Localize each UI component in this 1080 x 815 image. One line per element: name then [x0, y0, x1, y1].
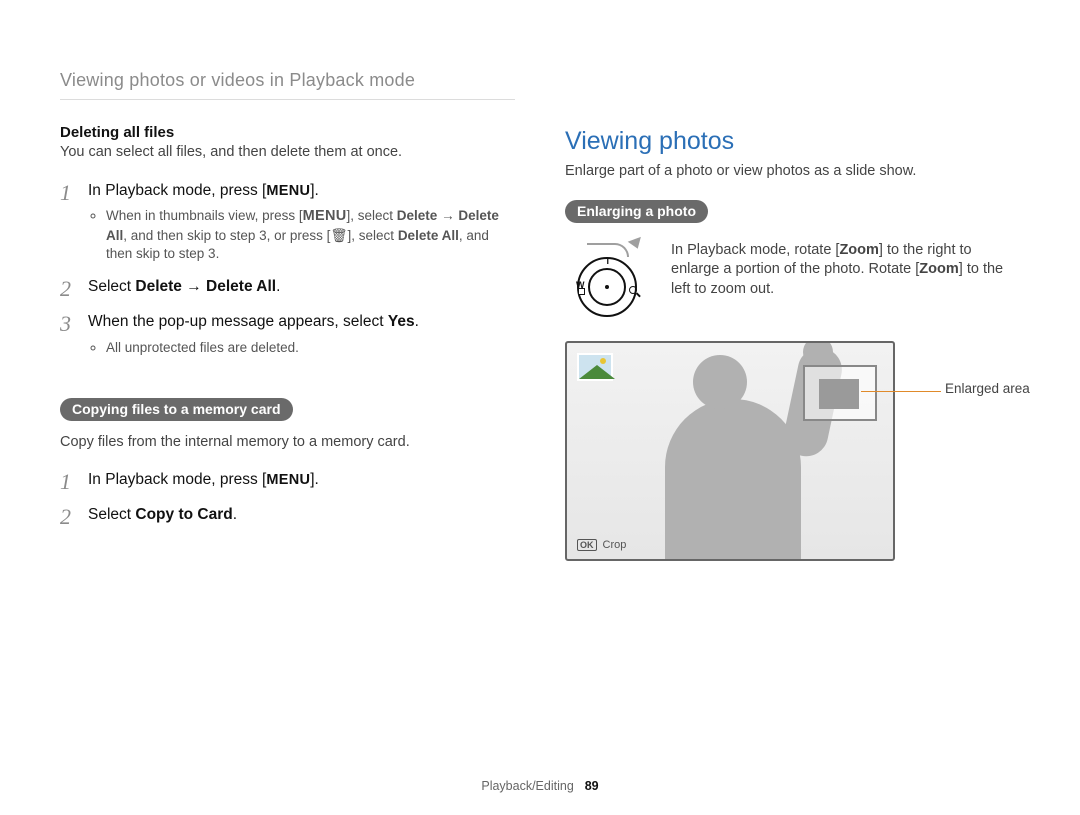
copying-intro: Copy files from the internal memory to a…	[60, 433, 515, 453]
viewing-intro: Enlarge part of a photo or view photos a…	[565, 162, 1020, 182]
zoom-dial-icon: T W	[565, 241, 653, 317]
page-header: Viewing photos or videos in Playback mod…	[60, 70, 515, 91]
delete-step-3-bullet: All unprotected files are deleted.	[106, 339, 515, 357]
menu-icon: MENU	[266, 472, 310, 488]
enlarge-pill: Enlarging a photo	[565, 200, 708, 223]
page-footer: Playback/Editing 89	[0, 779, 1080, 793]
viewing-title: Viewing photos	[565, 127, 1020, 156]
enlarge-overlay-box	[803, 365, 877, 421]
copy-step-1: In Playback mode, press [MENU].	[60, 470, 515, 491]
preview-screen: OK Crop Enlarged area	[565, 341, 895, 561]
menu-icon: MENU	[303, 208, 347, 224]
copying-pill: Copying files to a memory card	[60, 398, 293, 421]
trash-icon: 🗑	[330, 228, 347, 243]
delete-step-3: When the pop-up message appears, select …	[60, 312, 515, 357]
header-divider	[60, 99, 515, 100]
thumbnail-icon	[577, 353, 613, 381]
delete-step-2: Select Delete → Delete All.	[60, 277, 515, 298]
deleting-heading: Deleting all files	[60, 124, 515, 141]
menu-icon: MENU	[266, 183, 310, 199]
deleting-intro: You can select all files, and then delet…	[60, 143, 515, 163]
photo-silhouette	[655, 351, 805, 561]
copy-step-2: Select Copy to Card.	[60, 505, 515, 526]
leader-line	[861, 391, 941, 392]
leader-label: Enlarged area	[945, 381, 1030, 396]
delete-step-1-bullet: When in thumbnails view, press [MENU], s…	[106, 207, 515, 263]
delete-step-1: In Playback mode, press [MENU]. When in …	[60, 181, 515, 264]
crop-indicator: OK Crop	[577, 539, 626, 551]
enlarge-desc: In Playback mode, rotate [Zoom] to the r…	[671, 241, 1020, 300]
